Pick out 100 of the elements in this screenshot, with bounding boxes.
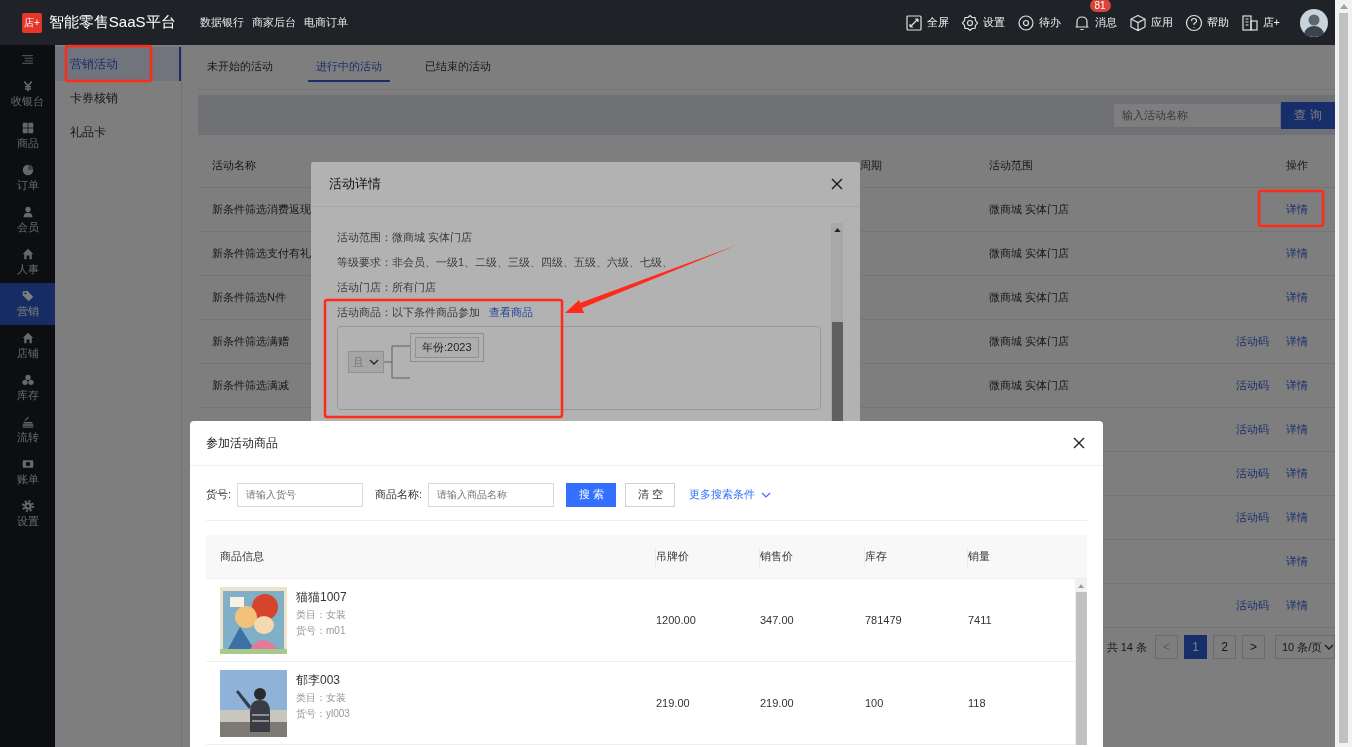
sidebar-item[interactable]: 账单 xyxy=(0,451,55,493)
sidebar-item[interactable]: 库存 xyxy=(0,367,55,409)
column-header: 活动范围 xyxy=(989,158,1033,173)
search-button[interactable]: 查 询 xyxy=(1281,101,1335,129)
search-field[interactable]: 输入活动名称 xyxy=(1113,102,1281,128)
table-cell: 微商城 实体门店 xyxy=(989,334,1070,349)
submenu-item[interactable]: 营销活动 xyxy=(55,47,181,81)
action-link[interactable]: 详情 xyxy=(1286,246,1308,261)
close-icon[interactable] xyxy=(831,178,843,190)
sidebar-item[interactable]: 会员 xyxy=(0,199,55,241)
action-link[interactable]: 详情 xyxy=(1286,334,1308,349)
action-link[interactable]: 详情 xyxy=(1286,598,1308,613)
help-icon[interactable] xyxy=(1184,13,1203,32)
table-cell: 新条件筛选支付有礼 xyxy=(212,246,311,261)
next-page-button[interactable]: > xyxy=(1242,635,1265,659)
column-header: 操作 xyxy=(1286,158,1308,173)
boxes-icon xyxy=(21,373,34,386)
grid-icon xyxy=(21,121,34,134)
action-link[interactable]: 详情 xyxy=(1286,290,1308,305)
input-field[interactable]: 请输入货号 xyxy=(237,482,364,507)
column-header: 库存 xyxy=(865,549,887,564)
settings-icon[interactable] xyxy=(960,13,979,32)
action-link[interactable]: 活动码 xyxy=(1236,466,1269,481)
page-button[interactable]: 2 xyxy=(1213,635,1236,659)
toolbar-link[interactable]: 全屏 xyxy=(926,15,949,30)
action-link[interactable]: 详情 xyxy=(1286,510,1308,525)
house-icon xyxy=(21,331,34,344)
sidebar-item[interactable]: 设置 xyxy=(0,493,55,535)
settings-icon xyxy=(21,499,34,512)
nav-link[interactable]: 商家后台 xyxy=(251,15,296,30)
table-cell: 微商城 实体门店 xyxy=(989,202,1070,217)
table-cell: 347.00 xyxy=(760,614,794,626)
action-link[interactable]: 详情 xyxy=(1286,378,1308,393)
sidebar-item[interactable]: 营销 xyxy=(0,283,55,325)
action-link[interactable]: 详情 xyxy=(1286,554,1308,569)
search-button[interactable]: 搜 索 xyxy=(566,482,617,507)
tab[interactable]: 进行中的活动 xyxy=(308,45,390,82)
more-filters-link[interactable]: 更多搜索条件 xyxy=(689,487,756,502)
action-link[interactable]: 活动码 xyxy=(1236,334,1269,349)
table-cell: 新条件筛选满赠 xyxy=(212,334,289,349)
table-cell: 微商城 实体门店 xyxy=(989,290,1070,305)
action-link[interactable]: 详情 xyxy=(1286,466,1308,481)
table-cell: 1200.00 xyxy=(656,614,696,626)
column-header: 吊牌价 xyxy=(656,549,689,564)
chevron-down-icon[interactable] xyxy=(761,491,772,498)
cube-icon[interactable] xyxy=(1128,13,1147,32)
action-link[interactable]: 详情 xyxy=(1286,422,1308,437)
tag-icon xyxy=(21,289,34,302)
product-name: 猫猫1007 xyxy=(296,588,347,606)
scrollbar[interactable] xyxy=(1335,0,1352,747)
toolbar-link[interactable]: 应用 xyxy=(1150,15,1173,30)
column-header: 销售价 xyxy=(760,549,793,564)
toolbar-link[interactable]: 帮助 xyxy=(1206,15,1229,30)
submenu-item[interactable]: 礼品卡 xyxy=(55,115,181,149)
product-category: 类目：女装 xyxy=(296,607,347,622)
submenu-item[interactable]: 卡券核销 xyxy=(55,81,181,115)
highlight-frame xyxy=(1257,189,1325,228)
table-cell: 新条件筛选N件 xyxy=(212,290,286,305)
sidebar-item[interactable]: 店铺 xyxy=(0,325,55,367)
sidebar-item[interactable]: 人事 xyxy=(0,241,55,283)
avatar[interactable] xyxy=(1300,8,1328,37)
action-link[interactable]: 活动码 xyxy=(1236,598,1269,613)
building-icon[interactable] xyxy=(1240,13,1259,32)
nav-link[interactable]: 数据银行 xyxy=(199,15,244,30)
scrollbar[interactable] xyxy=(1075,579,1087,745)
table-cell: 微商城 实体门店 xyxy=(989,246,1070,261)
connector-line xyxy=(384,345,410,379)
toolbar-link[interactable]: 待办 xyxy=(1038,15,1061,30)
layers-icon xyxy=(21,415,34,428)
app-title: 智能零售SaaS平台 xyxy=(48,13,176,32)
condition-tag: 年份:2023 xyxy=(415,337,479,358)
action-link[interactable]: 活动码 xyxy=(1236,422,1269,437)
scroll-up-icon[interactable] xyxy=(833,228,841,232)
yen-icon xyxy=(21,79,34,92)
caret-icon xyxy=(1324,644,1334,650)
sidebar-item[interactable]: 收银台 xyxy=(0,73,55,115)
nav-link[interactable]: 电商订单 xyxy=(303,15,348,30)
toolbar-link[interactable]: 消息 xyxy=(1094,15,1117,30)
action-link[interactable]: 活动码 xyxy=(1236,378,1269,393)
sidebar-item[interactable]: 流转 xyxy=(0,409,55,451)
tab[interactable]: 已结束的活动 xyxy=(417,45,499,82)
pie-chart-icon xyxy=(21,163,34,176)
page-button[interactable]: 1 xyxy=(1184,635,1207,659)
product-category: 类目：女装 xyxy=(296,690,347,705)
target-icon[interactable] xyxy=(1016,13,1035,32)
view-goods-link[interactable]: 查看商品 xyxy=(489,305,533,320)
toolbar-link[interactable]: 设置 xyxy=(982,15,1005,30)
sidebar-item[interactable]: 订单 xyxy=(0,157,55,199)
close-icon[interactable] xyxy=(1073,437,1085,449)
clear-button[interactable]: 清 空 xyxy=(625,482,676,507)
action-link[interactable]: 详情 xyxy=(1286,202,1308,217)
page-size-select[interactable]: 10 条/页 xyxy=(1275,635,1335,659)
column-header: 销量 xyxy=(968,549,990,564)
input-field[interactable]: 请输入商品名称 xyxy=(428,482,555,507)
expand-icon[interactable] xyxy=(904,13,923,32)
tab[interactable]: 未开始的活动 xyxy=(199,45,281,82)
product-sku: 货号：yl003 xyxy=(296,706,350,721)
action-link[interactable]: 活动码 xyxy=(1236,510,1269,525)
sidebar-item[interactable]: 商品 xyxy=(0,115,55,157)
toolbar-link[interactable]: 店+ xyxy=(1262,15,1280,30)
